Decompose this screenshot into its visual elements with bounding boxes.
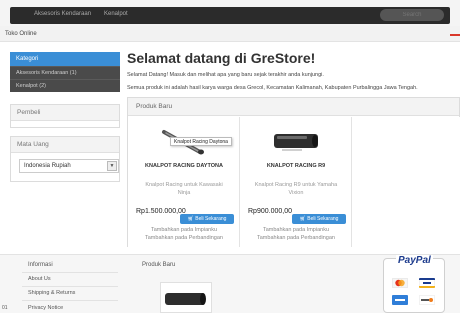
product-tooltip: Knalpot Racing Daytona: [170, 137, 232, 146]
currency-box: Mata Uang Indonesia Rupiah ▼: [10, 136, 120, 182]
buyer-title: Pembeli: [11, 105, 119, 121]
footer-link-privacy[interactable]: Privacy Notice: [28, 305, 63, 311]
footer-divider: [22, 272, 118, 273]
nav-item-aksesoris[interactable]: Aksesoris Kendaraan: [34, 11, 91, 17]
sub-header: Toko Online: [0, 26, 460, 42]
footer-product-image[interactable]: [160, 282, 212, 313]
product-card: KNALPOT RACING R9 Knalpot Racing R9 untu…: [240, 117, 352, 247]
buyer-box: Pembeli: [10, 104, 120, 128]
buy-now-label: Beli Sekarang: [307, 216, 339, 222]
nav-item-kenalpot[interactable]: Kenalpot: [104, 11, 128, 17]
footer-info-title: Informasi: [28, 262, 53, 268]
sidebar-item-kenalpot[interactable]: Kenalpot (2): [10, 79, 120, 92]
currency-selected-value: Indonesia Rupiah: [24, 163, 71, 169]
intro-text: Selamat Datang! Masuk dan melihat apa ya…: [127, 72, 324, 78]
search-input[interactable]: [380, 9, 444, 21]
product-name[interactable]: KNALPOT RACING DAYTONA: [128, 163, 240, 169]
footer-link-shipping[interactable]: Shipping & Returns: [28, 290, 75, 296]
sidebar-item-aksesoris[interactable]: Aksesoris Kendaraan (1): [10, 66, 120, 79]
mastercard-icon: [392, 278, 408, 288]
corner-label: 01: [2, 305, 8, 311]
currency-title: Mata Uang: [11, 137, 119, 153]
chevron-down-icon[interactable]: ▼: [107, 161, 117, 171]
accent-mark: [450, 34, 460, 36]
intro-text-secondary: Semua produk ini adalah hasil karya warg…: [127, 85, 418, 91]
exhaust-product-image[interactable]: [272, 127, 320, 157]
new-products-panel: Produk Baru Knalpot Racing Daytona KNALP…: [127, 97, 460, 247]
product-name[interactable]: KNALPOT RACING R9: [240, 163, 352, 169]
footer-new-products-title: Produk Baru: [142, 262, 176, 268]
add-to-compare-link[interactable]: Tambahkan pada Perbandingan: [240, 235, 352, 241]
add-to-wishlist-link[interactable]: Tambahkan pada Impianku: [128, 227, 240, 233]
product-description: Knalpot Racing untuk Kawasaki Ninja: [145, 182, 223, 196]
new-products-title: Produk Baru: [128, 98, 459, 116]
categories-title: Kategori: [10, 52, 120, 66]
product-description: Knalpot Racing R9 untuk Yamaha Vixion: [254, 182, 338, 196]
page-title: Selamat datang di GreStore!: [127, 50, 316, 66]
footer-divider: [22, 286, 118, 287]
paypal-logo: PayPal: [396, 255, 433, 266]
footer-link-about[interactable]: About Us: [28, 276, 51, 282]
product-price: Rp900.000,00: [248, 208, 292, 215]
nav-bar: Aksesoris Kendaraan Kenalpot: [10, 7, 450, 24]
site-name[interactable]: Toko Online: [5, 31, 37, 37]
sidebar-categories: Kategori Aksesoris Kendaraan (1) Kenalpo…: [10, 52, 120, 92]
payment-methods: PayPal: [383, 255, 445, 313]
footer-divider: [22, 300, 118, 301]
exhaust-product-image: [165, 293, 206, 305]
product-card-empty: [352, 117, 460, 247]
amex-icon: [392, 295, 408, 305]
visa-icon: [419, 278, 435, 288]
currency-select[interactable]: Indonesia Rupiah ▼: [19, 159, 119, 173]
buy-now-button[interactable]: 🛒︎ Beli Sekarang: [180, 214, 234, 224]
discover-icon: [419, 295, 435, 305]
buy-now-button[interactable]: 🛒︎ Beli Sekarang: [292, 214, 346, 224]
top-navigation: Aksesoris Kendaraan Kenalpot: [0, 0, 460, 26]
buy-now-label: Beli Sekarang: [195, 216, 227, 222]
product-card: Knalpot Racing Daytona KNALPOT RACING DA…: [128, 117, 240, 247]
product-price: Rp1.500.000,00: [136, 208, 186, 215]
add-to-wishlist-link[interactable]: Tambahkan pada Impianku: [240, 227, 352, 233]
add-to-compare-link[interactable]: Tambahkan pada Perbandingan: [128, 235, 240, 241]
